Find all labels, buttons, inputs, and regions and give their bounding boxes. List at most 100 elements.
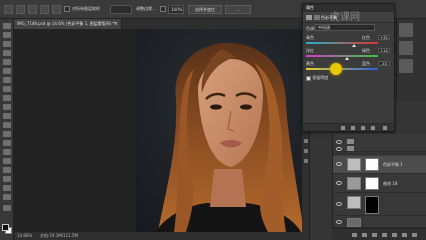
slider-value[interactable]: +14 — [378, 48, 390, 53]
eye-icon[interactable] — [336, 202, 342, 206]
clone-stamp-tool-icon[interactable] — [3, 95, 11, 101]
preserve-luminosity[interactable]: ✓ 保留明度 — [306, 75, 328, 81]
slider-left-label: 青色 — [306, 35, 314, 40]
delete-layer-icon[interactable] — [412, 233, 417, 237]
slider-value[interactable]: +32 — [378, 35, 390, 40]
eye-icon[interactable] — [336, 181, 342, 185]
slider-track[interactable] — [306, 68, 378, 70]
adjustment-swatch[interactable] — [399, 59, 413, 73]
zoom-tool-icon[interactable] — [3, 194, 11, 200]
tone-dropdown[interactable]: 中间调 — [315, 24, 375, 31]
magenta-green-slider[interactable]: 洋红 绿色 +14 — [306, 48, 392, 60]
adjustment-thumb — [347, 158, 361, 171]
add-mask-icon[interactable] — [372, 233, 377, 237]
gradient-tool-icon[interactable] — [3, 122, 11, 128]
document-tab[interactable]: IMG_7149.psd @ 14.6% (色彩平衡 1, 图层蒙版/8) * … — [14, 19, 122, 29]
mask-thumb[interactable] — [365, 158, 379, 171]
new-layer-icon[interactable] — [402, 233, 407, 237]
eye-icon[interactable] — [336, 162, 342, 166]
brush-tool-icon[interactable] — [3, 86, 11, 92]
visibility-icon[interactable] — [371, 126, 375, 130]
fx-icon[interactable] — [362, 233, 367, 237]
adjustments-mini-panel — [396, 19, 426, 101]
slider-left-label: 洋红 — [306, 48, 314, 53]
size-field[interactable] — [110, 5, 132, 14]
layers-footer — [332, 228, 426, 240]
layer-row[interactable]: 色彩平衡 1 — [333, 156, 426, 174]
layers-panel-icon[interactable] — [304, 139, 308, 143]
zoom-icon[interactable] — [52, 5, 61, 14]
adjustment-swatch[interactable] — [399, 41, 413, 55]
eraser-tool-icon[interactable] — [3, 113, 11, 119]
clip-to-layer-icon[interactable] — [341, 126, 345, 130]
pen-tool-icon[interactable] — [3, 149, 11, 155]
layer-row[interactable] — [333, 144, 426, 154]
reset-icon[interactable] — [361, 126, 365, 130]
preserve-luminosity-checkbox[interactable]: ✓ — [306, 75, 311, 81]
slider-thumb[interactable] — [345, 57, 350, 60]
pressure-checkbox[interactable] — [160, 6, 166, 12]
sample-all-layers-checkbox[interactable] — [64, 6, 70, 12]
select-and-mask-button[interactable]: 选择并遮住 — [188, 5, 222, 14]
mask-icon[interactable] — [314, 15, 320, 20]
properties-footer — [303, 123, 394, 131]
refine-edge-label[interactable]: 调整边缘... — [136, 6, 156, 15]
eye-icon[interactable] — [336, 220, 342, 224]
link-icon[interactable] — [352, 233, 357, 237]
slider-left-label: 黄色 — [306, 61, 314, 66]
blur-tool-icon[interactable] — [3, 131, 11, 137]
more-button[interactable]: ... — [225, 5, 251, 14]
healing-tool-icon[interactable] — [3, 77, 11, 83]
brush-mode-icon[interactable] — [28, 5, 37, 14]
adjustment-swatch[interactable] — [399, 23, 413, 37]
canvas-area[interactable] — [14, 29, 318, 232]
yellow-blue-slider[interactable]: 黄色 蓝色 -10 — [306, 61, 392, 73]
quick-select-tool-icon[interactable] — [3, 50, 11, 56]
more-tools-icon[interactable] — [3, 205, 11, 211]
layer-row[interactable] — [333, 194, 426, 216]
slider-value[interactable]: -10 — [378, 61, 390, 66]
layers-panel: 色彩平衡 1 曲线 18 — [332, 134, 426, 240]
preserve-luminosity-label: 保留明度 — [312, 75, 329, 80]
channels-panel-icon[interactable] — [304, 149, 308, 153]
layer-row[interactable]: 曲线 18 — [333, 175, 426, 193]
history-brush-tool-icon[interactable] — [3, 104, 11, 110]
slider-right-label: 绿色 — [362, 48, 370, 53]
opacity-field[interactable]: 100% — [168, 5, 184, 14]
foreground-color-swatch[interactable] — [2, 224, 9, 231]
slider-thumb[interactable] — [351, 44, 356, 47]
lasso-tool-icon[interactable] — [3, 41, 11, 47]
zoom-readout[interactable]: 14.66% — [17, 232, 32, 240]
mask-thumb[interactable] — [365, 177, 379, 190]
shape-tool-icon[interactable] — [3, 176, 11, 182]
hand-tool-icon[interactable] — [3, 185, 11, 191]
crop-tool-icon[interactable] — [3, 59, 11, 65]
eyedropper-tool-icon[interactable] — [3, 68, 11, 74]
layer-thumb — [347, 196, 361, 209]
type-tool-icon[interactable] — [3, 158, 11, 164]
layer-name: 曲线 18 — [383, 181, 398, 186]
adjustment-layer-icon[interactable] — [382, 233, 387, 237]
sample-all-layers-label: 对所有图层取样 — [72, 6, 100, 11]
brush-preset-icon[interactable] — [16, 5, 25, 14]
brush-settings-icon[interactable] — [40, 5, 49, 14]
layer-row[interactable] — [333, 216, 426, 228]
move-tool-icon[interactable] — [3, 23, 11, 29]
slider-track[interactable] — [306, 42, 378, 44]
delete-icon[interactable] — [383, 126, 387, 130]
color-balance-icon — [306, 15, 312, 20]
slider-track[interactable] — [306, 55, 378, 57]
eye-icon[interactable] — [336, 147, 342, 151]
portrait-photo[interactable] — [136, 29, 318, 232]
marquee-tool-icon[interactable] — [3, 32, 11, 38]
slider-right-label: 红色 — [362, 35, 370, 40]
mask-thumb[interactable] — [365, 196, 379, 214]
path-select-tool-icon[interactable] — [3, 167, 11, 173]
brush-tool-icon[interactable] — [4, 5, 13, 14]
new-group-icon[interactable] — [392, 233, 397, 237]
view-previous-icon[interactable] — [351, 126, 355, 130]
cyan-red-slider[interactable]: 青色 红色 +32 — [306, 35, 392, 47]
dodge-tool-icon[interactable] — [3, 140, 11, 146]
close-tab-icon[interactable]: × — [114, 19, 118, 29]
paths-panel-icon[interactable] — [304, 159, 308, 163]
